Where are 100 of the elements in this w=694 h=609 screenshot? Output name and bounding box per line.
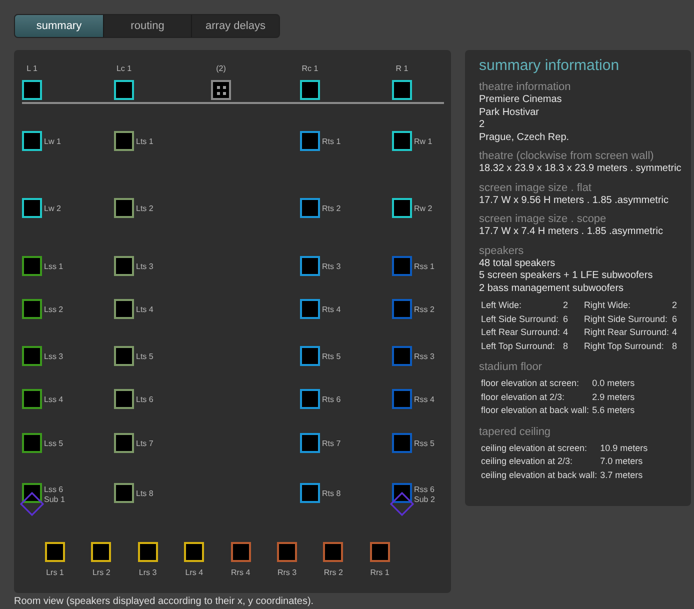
subwoofer-diamond[interactable]: [20, 492, 44, 516]
speaker-label: Lss 6: [44, 485, 64, 495]
speaker-box[interactable]: [114, 299, 134, 319]
panel-title: summary information: [479, 56, 620, 76]
count-label: Right Top Surround:: [584, 340, 665, 353]
row-value: 3.7 meters: [600, 468, 644, 482]
speaker-label: Lss 2: [44, 305, 64, 315]
count-label: Right Wide:: [584, 299, 632, 312]
speaker-box[interactable]: [300, 198, 320, 218]
row-label: ceiling elevation at back wall:: [481, 468, 598, 482]
speaker-box[interactable]: [22, 299, 42, 319]
speaker-box[interactable]: [300, 483, 320, 503]
speaker-box[interactable]: [114, 198, 134, 218]
count-value: 6: [672, 312, 677, 326]
speaker-label: Sub 1: [44, 495, 65, 505]
speaker-box[interactable]: [114, 346, 134, 366]
speaker-label: Lss 5: [44, 439, 64, 449]
row-label: floor elevation at back wall:: [481, 404, 590, 417]
speaker-box[interactable]: [22, 131, 42, 151]
section-heading: screen image size . scope: [479, 212, 608, 226]
speaker-box[interactable]: [91, 542, 112, 562]
speaker-box[interactable]: [300, 80, 320, 100]
info-text: 5 screen speakers + 1 LFE subwoofers: [479, 270, 654, 282]
info-text: 17.7 W x 7.4 H meters . 1.85 .asymmetric: [479, 226, 664, 238]
section-heading: tapered ceiling: [479, 424, 552, 438]
speaker-box[interactable]: [138, 542, 158, 562]
info-text: 17.7 W x 9.56 H meters . 1.85 .asymmetric: [479, 194, 670, 207]
count-value: 2: [672, 299, 677, 312]
speaker-box[interactable]: [300, 389, 320, 409]
speaker-label: Rss 6: [414, 485, 434, 495]
speaker-box[interactable]: [45, 542, 65, 562]
speaker-array-icon[interactable]: [211, 80, 231, 100]
speaker-box[interactable]: [300, 433, 320, 453]
speaker-label: Lss 3: [44, 352, 64, 362]
speaker-label: Rss 3: [414, 352, 434, 362]
speaker-box[interactable]: [184, 542, 204, 562]
info-text: 2 bass management subwoofers: [479, 282, 625, 295]
tab[interactable]: summary: [15, 15, 103, 37]
speaker-box[interactable]: [22, 198, 42, 218]
speaker-box[interactable]: [323, 542, 344, 562]
info-text: Park Hostivar: [479, 106, 540, 119]
speaker-label: Rrs 3: [276, 568, 298, 578]
speaker-box[interactable]: [22, 433, 42, 453]
speaker-label: Rss 4: [414, 395, 434, 405]
count-value: 4: [563, 326, 570, 339]
speaker-label: Lts 6: [136, 395, 154, 405]
speaker-label: Lts 4: [136, 305, 154, 315]
speaker-box[interactable]: [114, 131, 134, 151]
speaker-box[interactable]: [114, 256, 134, 276]
section-heading: theatre (clockwise from screen wall): [479, 149, 655, 163]
speaker-box[interactable]: [114, 483, 134, 503]
speaker-box[interactable]: [22, 346, 42, 366]
speaker-box[interactable]: [230, 542, 251, 562]
count-label: Left Wide:: [481, 299, 523, 312]
speaker-label: Rts 1: [322, 137, 341, 147]
count-value: 8: [563, 340, 570, 352]
row-label: ceiling elevation at 2/3:: [481, 455, 574, 468]
speaker-label: Lrs 4: [184, 568, 204, 578]
info-text: Premiere Cinemas: [479, 94, 563, 106]
speaker-box[interactable]: [277, 542, 297, 562]
row-value: 7.0 meters: [600, 455, 644, 468]
speaker-label: Rrs 4: [230, 568, 252, 578]
speaker-label: Lrs 3: [138, 568, 158, 578]
speaker-label: Lts 1: [136, 137, 154, 147]
count-label: Right Rear Surround:: [584, 326, 669, 339]
speaker-box[interactable]: [300, 299, 320, 319]
speaker-label: Rts 8: [322, 489, 341, 499]
speaker-label: Rrs 1: [369, 568, 390, 578]
row-value: 10.9 meters: [600, 442, 649, 454]
speaker-box[interactable]: [22, 256, 42, 276]
speaker-box[interactable]: [114, 433, 134, 453]
section-heading: screen image size . flat: [479, 180, 592, 194]
speaker-label: Lts 3: [136, 262, 154, 272]
speaker-label: Rss 1: [414, 262, 434, 272]
row-label: floor elevation at 2/3:: [481, 390, 566, 404]
speaker-box[interactable]: [300, 131, 320, 151]
speaker-label: Rrs 2: [322, 568, 344, 578]
speaker-box[interactable]: [370, 542, 390, 562]
speaker-label: Sub 2: [414, 495, 435, 505]
speaker-box[interactable]: [22, 389, 42, 409]
row-value: 0.0 meters: [592, 377, 636, 390]
count-value: 2: [563, 299, 570, 312]
speaker-box[interactable]: [114, 389, 134, 409]
speaker-label: Lrs 1: [45, 568, 65, 578]
speaker-box[interactable]: [392, 80, 412, 100]
count-label: Right Side Surround:: [584, 312, 668, 326]
speaker-box[interactable]: [300, 256, 320, 276]
speaker-label: Rc 1: [300, 64, 320, 74]
speaker-box[interactable]: [392, 198, 412, 218]
row-value: 2.9 meters: [592, 390, 636, 404]
speaker-box[interactable]: [300, 346, 320, 366]
speaker-box[interactable]: [22, 80, 42, 100]
info-text: Prague, Czech Rep.: [479, 132, 570, 144]
section-heading: stadium floor: [479, 360, 543, 374]
row-label: ceiling elevation at screen:: [481, 442, 588, 455]
section-heading: theatre information: [479, 80, 572, 94]
speaker-box[interactable]: [114, 80, 134, 100]
speaker-label: (2): [215, 64, 227, 74]
subwoofer-diamond[interactable]: [390, 492, 414, 516]
speaker-box[interactable]: [392, 131, 412, 151]
